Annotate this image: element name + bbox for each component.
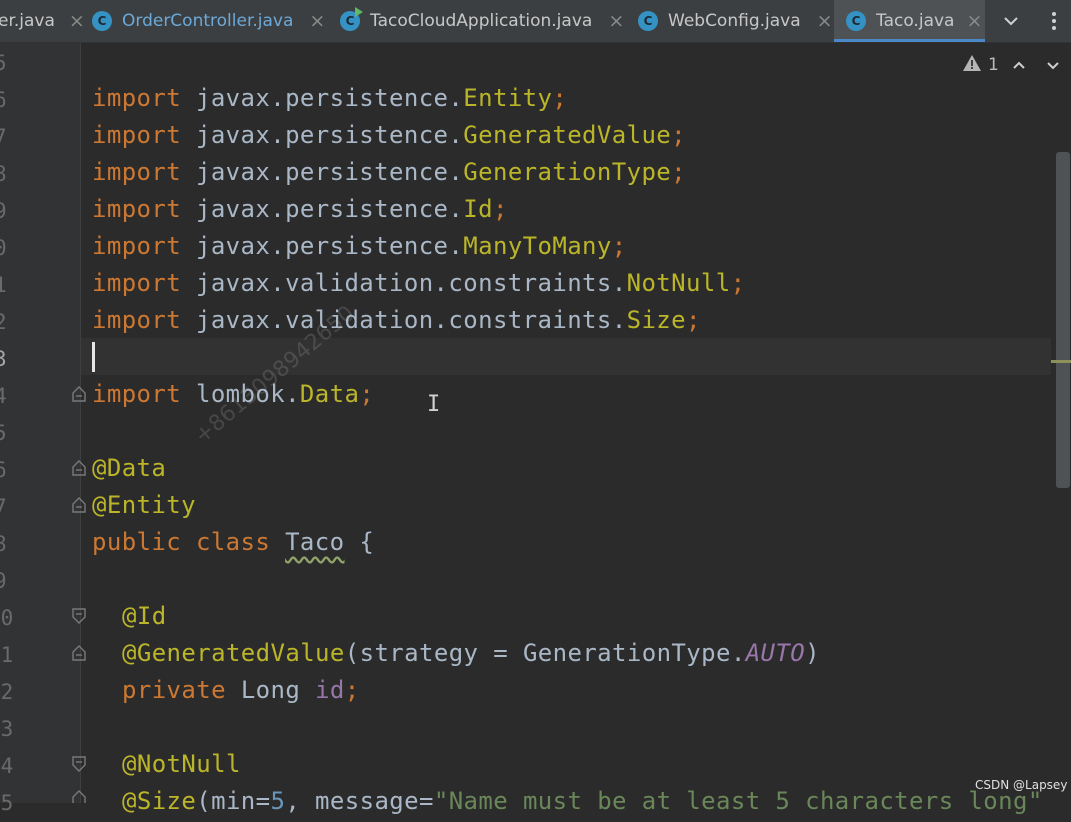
code-line: import javax.persistence.ManyToMany;	[92, 232, 627, 260]
class-icon: C	[846, 11, 866, 31]
line-number: 6	[0, 88, 7, 112]
line-number: 6	[0, 458, 7, 482]
line-number: 7	[0, 125, 7, 149]
line-number: 21	[0, 643, 14, 667]
line-number: 20	[0, 606, 14, 630]
close-icon[interactable]: ×	[817, 10, 833, 32]
class-icon: C	[638, 11, 658, 31]
fold-end-icon[interactable]	[72, 790, 86, 806]
code-line: @Entity	[92, 491, 196, 519]
chevron-down-icon[interactable]	[1000, 0, 1022, 42]
code-line: private Long id;	[122, 676, 360, 704]
tab-label: TacoCloudApplication.java	[370, 11, 593, 31]
tab-label: WebConfig.java	[668, 11, 801, 31]
code-line: @Id	[122, 602, 167, 630]
code-line: import javax.persistence.Entity;	[92, 84, 568, 112]
tab-order-java[interactable]: er.java ×	[0, 0, 85, 42]
vertical-scrollbar[interactable]	[1056, 152, 1070, 488]
tab-order-controller[interactable]: C OrderController.java ×	[92, 0, 325, 42]
line-number: 5	[0, 421, 7, 445]
line-number: 5	[0, 51, 7, 75]
tab-label: OrderController.java	[122, 11, 294, 31]
fold-end-icon[interactable]	[72, 497, 86, 513]
run-class-icon: C	[340, 7, 363, 31]
line-number: 24	[0, 754, 14, 778]
line-number: 7	[0, 495, 7, 519]
line-number: 2	[0, 310, 7, 334]
line-number: 0	[0, 236, 7, 260]
warning-count: 1	[988, 55, 999, 75]
code-line: @Size(min=5, message="Name must be at le…	[122, 787, 1043, 815]
footer-credit: CSDN @Lapsey	[975, 778, 1068, 792]
fold-start-icon[interactable]	[72, 756, 86, 772]
class-icon: C	[92, 11, 112, 31]
line-number: 8	[0, 532, 7, 556]
code-line: import javax.validation.constraints.Size…	[92, 306, 701, 334]
close-icon[interactable]: ×	[309, 10, 325, 32]
editor-tab-bar: er.java × C OrderController.java × C Tac…	[0, 0, 1071, 43]
more-options-icon[interactable]	[1044, 0, 1064, 42]
i-beam-cursor-icon: I	[427, 392, 441, 417]
fold-start-icon[interactable]	[72, 608, 86, 624]
warning-icon	[962, 54, 982, 77]
tab-label: Taco.java	[876, 11, 955, 31]
code-line: import javax.persistence.Id;	[92, 195, 508, 223]
code-line: public class Taco {	[92, 528, 375, 556]
code-line: import javax.validation.constraints.NotN…	[92, 269, 746, 297]
text-caret	[92, 342, 95, 372]
code-line: @Data	[92, 454, 167, 482]
chevron-up-icon[interactable]	[1008, 52, 1030, 78]
close-icon[interactable]: ×	[69, 10, 85, 32]
code-line: @NotNull	[122, 750, 241, 778]
tab-label: er.java	[0, 11, 55, 31]
code-line: import javax.persistence.GenerationType;	[92, 158, 687, 186]
line-number: 9	[0, 199, 7, 223]
inspection-widget[interactable]: 1	[962, 52, 999, 78]
line-number: 1	[0, 273, 7, 297]
line-number: 4	[0, 384, 7, 408]
scrollbar-caret-marker	[1051, 360, 1071, 363]
line-number: 22	[0, 680, 14, 704]
current-line-highlight	[81, 338, 1051, 375]
tab-taco-java[interactable]: C Taco.java ×	[834, 0, 985, 42]
fold-end-icon[interactable]	[72, 645, 86, 661]
fold-end-icon[interactable]	[72, 386, 86, 402]
fold-end-icon[interactable]	[72, 460, 86, 476]
tab-taco-cloud-application[interactable]: C TacoCloudApplication.java ×	[340, 0, 624, 42]
chevron-down-icon[interactable]	[1042, 52, 1064, 78]
close-icon[interactable]: ×	[966, 10, 982, 32]
line-number: 8	[0, 162, 7, 186]
line-number: 9	[0, 569, 7, 593]
code-line: import javax.persistence.GeneratedValue;	[92, 121, 687, 149]
line-number: 23	[0, 717, 14, 741]
line-number: 3	[0, 347, 7, 371]
line-number: 25	[0, 791, 14, 815]
tab-web-config[interactable]: C WebConfig.java ×	[638, 0, 833, 42]
code-line: @GeneratedValue(strategy = GenerationTyp…	[122, 639, 820, 667]
close-icon[interactable]: ×	[608, 10, 624, 32]
